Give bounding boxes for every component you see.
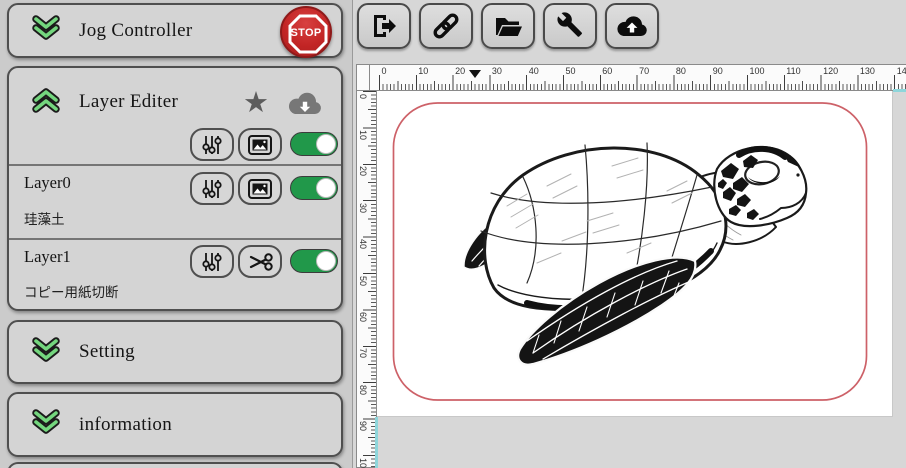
toggle-knob [316,251,336,271]
setting-panel[interactable]: Setting [7,320,343,384]
image-icon [247,134,273,156]
app-window: Jog Controller STOP Layer Editer ★ [0,0,906,468]
h-ruler-label: 140 [897,66,906,76]
layer0-toggle[interactable] [290,176,338,200]
v-ruler-label: 30 [358,203,368,213]
image-icon [247,178,273,200]
v-ruler-label: 80 [358,385,368,395]
h-ruler-label: 60 [602,66,612,76]
h-ruler-label: 40 [529,66,539,76]
vertical-ruler[interactable]: 0 10 20 30 40 50 60 70 80 90 100 [356,91,377,468]
export-button[interactable] [357,3,411,49]
divider [9,238,341,240]
layer0-sliders-button[interactable] [190,172,234,205]
sliders-icon [198,177,226,201]
layer-editor-sliders-button[interactable] [190,128,234,161]
layer-material-label: コピー用紙切断 [24,281,119,301]
settings-tools-button[interactable] [543,3,597,49]
chevron-double-up-icon [30,87,62,118]
h-ruler-label: 0 [382,66,387,76]
layer-name: Layer0 [24,173,71,193]
sliders-icon [198,250,226,274]
h-ruler-label: 130 [860,66,875,76]
jog-controller-panel[interactable]: Jog Controller STOP [7,3,343,58]
panel-title: information [79,414,172,436]
link-button[interactable] [419,3,473,49]
h-ruler-label: 30 [492,66,502,76]
cloud-upload-icon [616,12,648,40]
information-panel[interactable]: information [7,392,343,457]
divider [9,164,341,166]
v-ruler-label: 40 [358,239,368,249]
cloud-upload-button[interactable] [605,3,659,49]
stop-button-label: STOP [282,27,330,39]
star-icon[interactable]: ★ [243,88,269,117]
v-ruler-label: 10 [358,130,368,140]
link-icon [431,11,461,41]
workspace-area: 0 10 20 30 40 50 60 70 80 90 100 110 120 130 140 0 10 20… [352,0,906,468]
v-ruler-label: 0 [358,94,368,99]
toolbar [357,3,659,49]
chevron-double-down-icon [30,409,62,440]
layer-material-label: 珪藻土 [24,208,65,228]
work-bed-page[interactable] [377,91,893,417]
design-canvas[interactable] [377,91,893,417]
v-ruler-label: 20 [358,166,368,176]
toggle-knob [316,134,336,154]
open-folder-icon [493,11,523,41]
panel-title: Layer Editer [79,91,178,113]
sea-turtle-artwork[interactable] [464,143,806,365]
cloud-download-icon[interactable] [287,91,323,122]
layer-name: Layer1 [24,247,71,267]
export-icon [369,11,399,41]
bed-edge-highlight-vertical [375,417,378,468]
layer0-image-button[interactable] [238,172,282,205]
next-panel-edge [7,462,343,468]
v-ruler-label: 100 [358,458,368,468]
chevron-double-down-icon [30,15,62,46]
bed-edge-highlight-horizontal [893,89,906,92]
v-ruler-label: 90 [358,421,368,431]
layer1-scissors-button[interactable] [238,245,282,278]
layer1-sliders-button[interactable] [190,245,234,278]
h-ruler-label: 50 [566,66,576,76]
panel-title: Jog Controller [79,20,192,42]
chevron-double-down-icon [30,337,62,368]
stop-button[interactable]: STOP [280,6,332,58]
layer-editor-toggle[interactable] [290,132,338,156]
h-ruler-label: 120 [823,66,838,76]
h-ruler-label: 70 [639,66,649,76]
toggle-knob [316,178,336,198]
h-ruler-label: 80 [676,66,686,76]
layer-editor-panel: Layer Editer ★ [7,66,343,311]
layer1-toggle[interactable] [290,249,338,273]
h-ruler-label: 100 [750,66,765,76]
ruler-corner [356,64,370,91]
h-ruler-label: 90 [713,66,723,76]
scissors-icon [246,250,274,274]
sliders-icon [198,133,226,157]
v-ruler-label: 60 [358,312,368,322]
open-file-button[interactable] [481,3,535,49]
layer-editor-image-button[interactable] [238,128,282,161]
h-ruler-label: 20 [455,66,465,76]
horizontal-ruler[interactable]: 0 10 20 30 40 50 60 70 80 90 100 110 120 130 140 [369,64,906,91]
ruler-marker[interactable] [469,70,481,78]
v-ruler-label: 50 [358,276,368,286]
panel-title: Setting [79,341,135,363]
v-ruler-label: 70 [358,348,368,358]
h-ruler-label: 10 [418,66,428,76]
wrench-icon [555,11,585,41]
h-ruler-label: 110 [786,66,800,76]
